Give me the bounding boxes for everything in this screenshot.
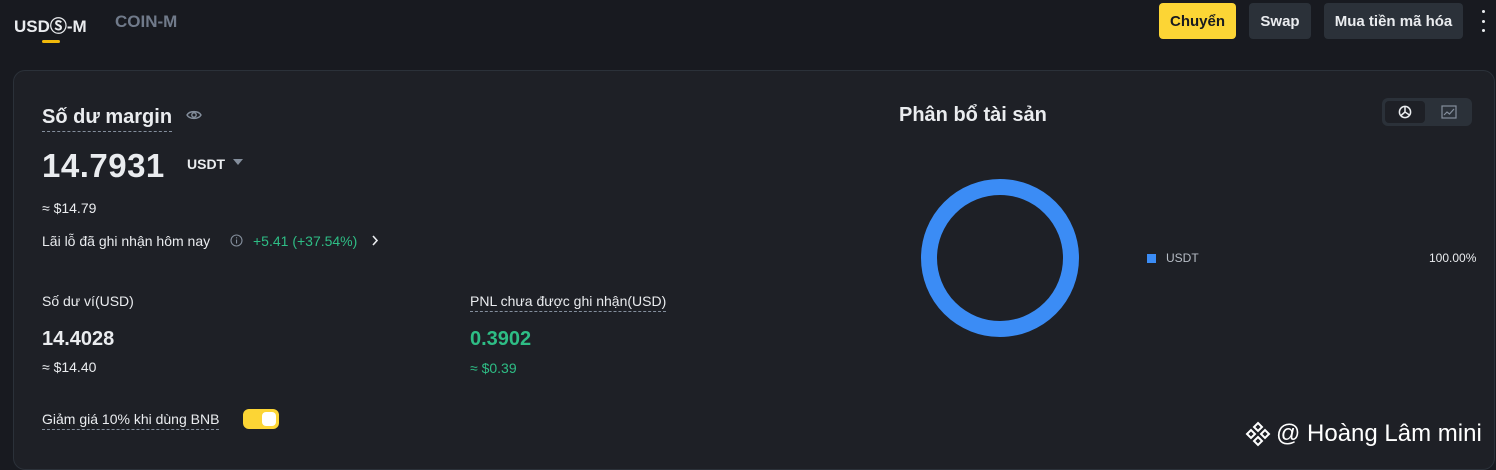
binance-logo-icon bbox=[1245, 421, 1271, 447]
transfer-button[interactable]: Chuyển bbox=[1159, 3, 1236, 39]
pnl-today-label: Lãi lỗ đã ghi nhận hôm nay bbox=[42, 233, 211, 249]
wallet-balance-approx: ≈ $14.40 bbox=[42, 359, 97, 375]
pie-chart-icon bbox=[1398, 105, 1412, 119]
margin-balance-card: Số dư margin 14.7931 USDT ≈ $14.79 Lãi l… bbox=[13, 70, 1495, 470]
tab-coin-m[interactable]: COIN-M bbox=[115, 12, 177, 32]
more-options-icon[interactable] bbox=[1478, 8, 1488, 34]
info-icon[interactable] bbox=[230, 234, 243, 247]
wallet-balance-value: 14.4028 bbox=[42, 328, 115, 350]
eye-icon[interactable] bbox=[186, 108, 202, 122]
margin-balance-value: 14.7931 bbox=[42, 147, 165, 184]
pie-view-button[interactable] bbox=[1385, 101, 1425, 123]
margin-balance-approx: ≈ $14.79 bbox=[42, 200, 97, 216]
swap-button[interactable]: Swap bbox=[1249, 3, 1311, 39]
allocation-donut-chart bbox=[921, 179, 1079, 337]
legend-swatch-usdt bbox=[1147, 254, 1156, 263]
legend-label-usdt: USDT bbox=[1166, 251, 1199, 265]
unrealized-pnl-label: PNL chưa được ghi nhận(USD) bbox=[470, 293, 667, 312]
unrealized-pnl-value: 0.3902 bbox=[470, 328, 532, 350]
tab-usds-m[interactable]: USDⓈ-M bbox=[14, 12, 87, 37]
legend-percent-usdt: 100.00% bbox=[1429, 251, 1477, 265]
buy-crypto-button[interactable]: Mua tiền mã hóa bbox=[1324, 3, 1463, 39]
unrealized-pnl-approx: ≈ $0.39 bbox=[470, 360, 517, 376]
top-bar: USDⓈ-M COIN-M Chuyển Swap Mua tiền mã hó… bbox=[0, 0, 1496, 44]
bnb-discount-toggle[interactable] bbox=[243, 409, 279, 429]
margin-balance-title: Số dư margin bbox=[42, 106, 173, 132]
wallet-balance-label: Số dư ví(USD) bbox=[42, 293, 134, 309]
chevron-right-icon[interactable] bbox=[370, 234, 380, 247]
donut-segment-usdt bbox=[921, 179, 1079, 337]
line-chart-icon bbox=[1441, 105, 1457, 119]
unit-selector-label[interactable]: USDT bbox=[187, 156, 225, 172]
bnb-discount-label: Giảm giá 10% khi dùng BNB bbox=[42, 411, 220, 430]
chart-view-switch bbox=[1382, 98, 1472, 126]
watermark-text: @ Hoàng Lâm mini bbox=[1276, 420, 1482, 447]
watermark: @ Hoàng Lâm mini bbox=[1244, 420, 1482, 448]
active-tab-indicator bbox=[42, 40, 60, 43]
pnl-today-value: +5.41 (+37.54%) bbox=[253, 233, 358, 249]
asset-allocation-title: Phân bổ tài sản bbox=[899, 104, 1047, 126]
caret-down-icon[interactable] bbox=[233, 159, 243, 167]
toggle-knob bbox=[262, 412, 276, 426]
trend-view-button[interactable] bbox=[1429, 101, 1469, 123]
